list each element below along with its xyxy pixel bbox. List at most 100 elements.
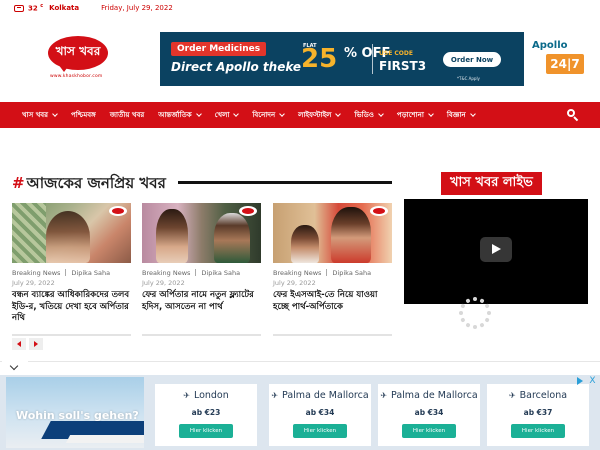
spinner-dot [479, 298, 485, 304]
nav-item-label: জাতীয় খবর [109, 111, 145, 119]
destination-name: ✈ Palma de Mallorca [271, 390, 369, 401]
article-image[interactable] [273, 203, 392, 263]
banner-terms: *T&C Apply [457, 76, 480, 81]
nav-item[interactable]: খেলা [215, 109, 240, 121]
article-date: July 29, 2022 [12, 279, 55, 287]
spinner-dot [460, 303, 466, 309]
destination-card[interactable]: ✈ London ab €23 Hier klicken [155, 384, 257, 446]
chevron-down-icon [279, 111, 285, 117]
article-meta: Breaking News Dipika Saha [142, 269, 261, 277]
destination-cta-button[interactable]: Hier klicken [293, 424, 347, 438]
nav-item[interactable]: জাতীয় খবর [110, 109, 144, 121]
article-headline[interactable]: ফের ইএসআই-তে নিয়ে যাওয়া হচ্ছে পার্থ-অর… [273, 290, 392, 313]
section-divider [178, 181, 392, 184]
ad-hero-image[interactable]: Wohin soll's gehen? [6, 377, 144, 448]
nav-item-label: বিজ্ঞান [446, 111, 466, 119]
ad-divider [0, 361, 600, 362]
article-headline[interactable]: বন্ধন ব্যাঙ্কের আধিকারিকদের তলব ইডি-র, খ… [12, 290, 131, 325]
article-date: July 29, 2022 [273, 279, 316, 287]
apollo-badge: 24|7 [546, 54, 584, 74]
banner-code: FIRST3 [379, 59, 427, 73]
travel-ad[interactable]: Wohin soll's gehen? ✈ London ab €23 Hier … [0, 375, 600, 450]
airplane-icon: ✈ [271, 391, 279, 400]
destination-card[interactable]: ✈ Barcelona ab €37 Hier klicken [487, 384, 589, 446]
spinner-dot [465, 322, 471, 328]
chevron-down-icon [428, 111, 434, 117]
apollo-brand: Apollo [532, 40, 568, 51]
live-video-player[interactable] [404, 199, 588, 304]
destination-card[interactable]: ✈ Palma de Mallorca ab €34 Hier klicken [378, 384, 480, 446]
nav-item[interactable]: লাইফস্টাইল [298, 109, 342, 121]
card-divider [142, 334, 261, 336]
destination-cta-button[interactable]: Hier klicken [179, 424, 233, 438]
article-image[interactable] [12, 203, 131, 263]
prev-button[interactable] [12, 338, 26, 350]
spinner-dot [460, 317, 466, 323]
search-icon[interactable] [567, 109, 579, 122]
nav-item-label: খাস খবর [22, 111, 49, 119]
nav-item[interactable]: বিনোদন [252, 109, 285, 121]
ad-collapse-button[interactable] [2, 361, 28, 375]
nav-item[interactable]: খাস খবর [22, 109, 58, 121]
banner-use-code-label: USE CODE [379, 50, 413, 57]
article-card[interactable]: Breaking News Dipika Saha July 29, 2022 ব… [12, 203, 131, 325]
article-category[interactable]: Breaking News [12, 269, 60, 277]
article-author[interactable]: Dipika Saha [332, 269, 371, 277]
airplane-icon: ✈ [508, 391, 516, 400]
current-date: Friday, July 29, 2022 [101, 4, 173, 12]
airplane-wing-edge [65, 435, 144, 443]
article-author[interactable]: Dipika Saha [71, 269, 110, 277]
chevron-down-icon [469, 111, 476, 117]
article-author[interactable]: Dipika Saha [201, 269, 240, 277]
logo-bubble-tail [58, 64, 70, 72]
site-logo[interactable]: খাস খবর www.khaskhobor.com [48, 36, 110, 82]
spinner-dot [484, 303, 490, 309]
card-divider [273, 334, 392, 336]
destination-card[interactable]: ✈ Palma de Mallorca ab €34 Hier klicken [269, 384, 371, 446]
destination-price: ab €23 [191, 408, 221, 417]
article-category[interactable]: Breaking News [142, 269, 190, 277]
destination-price: ab €34 [414, 408, 444, 417]
page: 32 c Kolkata Friday, July 29, 2022 খাস খ… [0, 0, 600, 450]
arrow-right-icon [34, 341, 38, 347]
article-image[interactable] [142, 203, 261, 263]
spinner-dot [479, 322, 485, 328]
banner-divider [372, 44, 373, 74]
destination-price: ab €37 [523, 408, 553, 417]
article-card[interactable]: Breaking News Dipika Saha July 29, 2022 ফ… [273, 203, 392, 313]
banner-ad[interactable]: Order Medicines Direct Apollo theke FLAT… [160, 32, 524, 86]
nav-item[interactable]: বিজ্ঞান [446, 109, 476, 121]
article-headline[interactable]: ফের অর্পিতার নামে নতুন ফ্ল্যাটের হদিস, আ… [142, 290, 261, 313]
nav-item[interactable]: পড়াশোনা [396, 109, 434, 121]
destination-cta-button[interactable]: Hier klicken [511, 424, 565, 438]
play-icon[interactable] [480, 237, 512, 262]
nav-item-label: আন্তর্জাতিক [158, 111, 192, 119]
banner-order-label: Order Medicines [171, 42, 267, 56]
article-meta: Breaking News Dipika Saha [12, 269, 131, 277]
banner-tagline: Direct Apollo theke [171, 60, 302, 74]
nav-item-label: লাইফস্টাইল [298, 111, 332, 119]
banner-order-now-button[interactable]: Order Now [443, 52, 501, 67]
nav-item-label: পড়াশোনা [396, 111, 424, 119]
chevron-down-icon [233, 111, 240, 117]
next-button[interactable] [29, 338, 43, 350]
chevron-down-icon [378, 111, 384, 117]
apollo-logo[interactable]: Apollo 24|7 [528, 40, 588, 80]
article-category[interactable]: Breaking News [273, 269, 321, 277]
nav-item-label: পশ্চিমবঙ্গ [71, 111, 96, 119]
chevron-down-icon [335, 111, 342, 117]
nav-item[interactable]: ভিডিও [354, 109, 384, 121]
destination-cta-button[interactable]: Hier klicken [402, 424, 456, 438]
spinner-dot [484, 317, 490, 323]
logo-watermark [370, 206, 388, 216]
logo-text: খাস খবর [48, 36, 108, 70]
carousel-pager [12, 338, 46, 350]
section-title: # আজকের জনপ্রিয় খবর [12, 174, 166, 192]
nav-item[interactable]: পশ্চিমবঙ্গ [71, 109, 96, 121]
ad-choices-icon[interactable] [576, 377, 585, 386]
nav-item-label: ভিডিও [354, 111, 374, 119]
arrow-left-icon [17, 341, 21, 347]
ad-close-button[interactable]: X [588, 377, 597, 386]
article-card[interactable]: Breaking News Dipika Saha July 29, 2022 ফ… [142, 203, 261, 313]
nav-item[interactable]: আন্তর্জাতিক [158, 109, 202, 121]
